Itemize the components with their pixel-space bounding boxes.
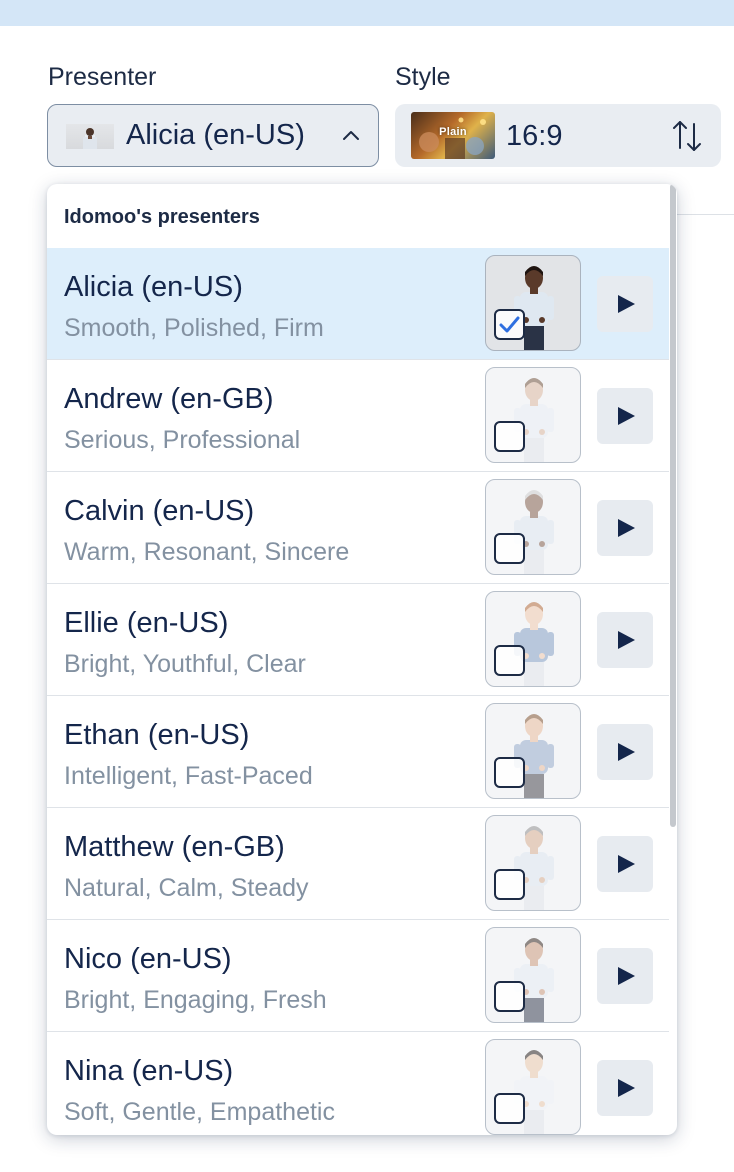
- presenter-option-name: Ellie (en-US): [64, 607, 229, 639]
- dropdown-section-header: Idomoo's presenters: [64, 206, 260, 228]
- play-icon: [618, 407, 635, 425]
- presenter-select[interactable]: Alicia (en-US): [47, 104, 379, 167]
- presenter-option[interactable]: Andrew (en-GB) Serious, Professional: [47, 360, 669, 472]
- presenter-checkbox[interactable]: [494, 533, 525, 564]
- presenter-option-traits: Serious, Professional: [64, 426, 301, 454]
- style-select[interactable]: Plain 16:9: [395, 104, 721, 167]
- presenter-thumbnail[interactable]: [485, 367, 581, 463]
- presenter-option-name: Nina (en-US): [64, 1055, 234, 1087]
- style-ratio-value: 16:9: [506, 120, 563, 152]
- play-preview-button[interactable]: [597, 724, 653, 780]
- presenter-checkbox[interactable]: [494, 981, 525, 1012]
- presenter-thumbnail[interactable]: [485, 815, 581, 911]
- top-banner-strip: [0, 0, 734, 26]
- play-icon: [618, 743, 635, 761]
- presenter-option-name: Alicia (en-US): [64, 271, 243, 303]
- play-icon: [618, 855, 635, 873]
- presenter-thumbnail[interactable]: [485, 591, 581, 687]
- presenter-checkbox[interactable]: [494, 869, 525, 900]
- presenter-option[interactable]: Alicia (en-US) Smooth, Polished, Firm: [47, 248, 669, 360]
- presenter-thumbnail[interactable]: [485, 703, 581, 799]
- presenter-checkbox[interactable]: [494, 757, 525, 788]
- play-preview-button[interactable]: [597, 948, 653, 1004]
- presenter-thumbnail[interactable]: [485, 1039, 581, 1135]
- play-preview-button[interactable]: [597, 500, 653, 556]
- presenter-option[interactable]: Matthew (en-GB) Natural, Calm, Steady: [47, 808, 669, 920]
- presenter-checkbox[interactable]: [494, 1093, 525, 1124]
- presenter-thumbnail[interactable]: [485, 255, 581, 351]
- presenter-selected-value: Alicia (en-US): [126, 119, 305, 151]
- presenter-option-traits: Warm, Resonant, Sincere: [64, 538, 350, 566]
- presenter-option[interactable]: Ellie (en-US) Bright, Youthful, Clear: [47, 584, 669, 696]
- presenter-option-name: Ethan (en-US): [64, 719, 250, 751]
- presenter-checkbox[interactable]: [494, 645, 525, 676]
- presenter-label: Presenter: [48, 63, 157, 91]
- presenter-option-name: Andrew (en-GB): [64, 383, 274, 415]
- presenter-option-traits: Smooth, Polished, Firm: [64, 314, 324, 342]
- play-preview-button[interactable]: [597, 388, 653, 444]
- style-label: Style: [395, 63, 451, 91]
- presenter-option-traits: Natural, Calm, Steady: [64, 874, 309, 902]
- checkmark-icon: [499, 316, 520, 333]
- play-icon: [618, 967, 635, 985]
- swap-vertical-icon[interactable]: [670, 118, 704, 154]
- presenter-option[interactable]: Calvin (en-US) Warm, Resonant, Sincere: [47, 472, 669, 584]
- presenter-option-traits: Soft, Gentle, Empathetic: [64, 1098, 335, 1126]
- presenter-option-traits: Bright, Youthful, Clear: [64, 650, 306, 678]
- presenter-thumbnail[interactable]: [485, 927, 581, 1023]
- presenter-option-name: Nico (en-US): [64, 943, 232, 975]
- chevron-up-icon: [343, 131, 359, 140]
- presenter-checkbox[interactable]: [494, 309, 525, 340]
- presenter-option-name: Matthew (en-GB): [64, 831, 285, 863]
- play-icon: [618, 295, 635, 313]
- play-preview-button[interactable]: [597, 1060, 653, 1116]
- style-thumbnail: Plain: [411, 112, 495, 159]
- play-preview-button[interactable]: [597, 836, 653, 892]
- background-divider: [676, 214, 734, 215]
- presenter-option[interactable]: Nina (en-US) Soft, Gentle, Empathetic: [47, 1032, 669, 1135]
- presenter-thumbnail[interactable]: [485, 479, 581, 575]
- presenter-option-traits: Intelligent, Fast-Paced: [64, 762, 313, 790]
- play-preview-button[interactable]: [597, 276, 653, 332]
- play-icon: [618, 519, 635, 537]
- presenter-checkbox[interactable]: [494, 421, 525, 452]
- play-preview-button[interactable]: [597, 612, 653, 668]
- presenter-option-name: Calvin (en-US): [64, 495, 255, 527]
- style-thumbnail-label: Plain: [439, 126, 467, 138]
- play-icon: [618, 1079, 635, 1097]
- presenter-avatar: [66, 124, 114, 149]
- presenter-option[interactable]: Ethan (en-US) Intelligent, Fast-Paced: [47, 696, 669, 808]
- presenter-option[interactable]: Nico (en-US) Bright, Engaging, Fresh: [47, 920, 669, 1032]
- dropdown-scrollbar[interactable]: [670, 184, 676, 827]
- presenter-dropdown-menu: Idomoo's presenters Alicia (en-US) Smoot…: [47, 184, 677, 1135]
- play-icon: [618, 631, 635, 649]
- presenter-option-traits: Bright, Engaging, Fresh: [64, 986, 327, 1014]
